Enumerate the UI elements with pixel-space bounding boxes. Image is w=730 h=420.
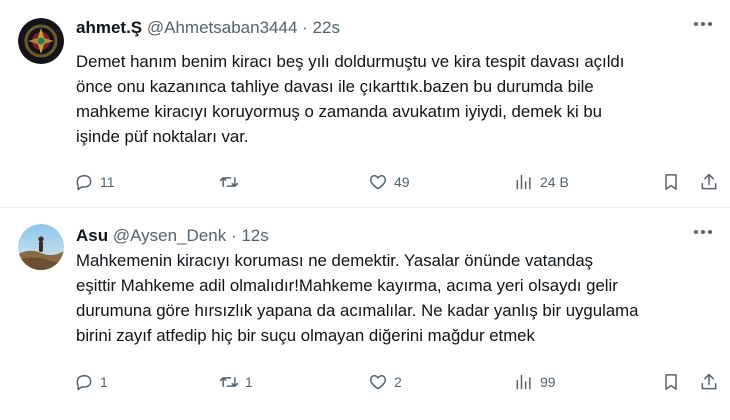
reply-button[interactable]: 11 [74, 170, 115, 194]
like-button[interactable]: 49 [368, 170, 410, 194]
like-count: 49 [394, 174, 410, 190]
author-name[interactable]: ahmet.Ş [76, 18, 142, 37]
share-icon [701, 173, 717, 190]
avatar[interactable] [18, 18, 64, 64]
bookmark-icon [665, 174, 677, 190]
timestamp[interactable]: 22s [313, 18, 340, 37]
reply-count: 1 [100, 374, 108, 390]
views-count: 24 B [540, 174, 569, 190]
tweet-header: Asu @Aysen_Denk · 12s [76, 226, 269, 246]
tweet-actions: 11 49 24 B [74, 170, 724, 194]
like-count: 2 [394, 374, 402, 390]
views-button[interactable]: 99 [514, 370, 556, 394]
views-button[interactable]: 24 B [514, 170, 569, 194]
more-icon[interactable] [694, 230, 716, 238]
like-button[interactable]: 2 [368, 370, 402, 394]
tweet-text: Demet hanım benim kiracı beş yılı doldur… [76, 49, 716, 149]
tweet-text-line: mahkeme kiracıyı koruyormuş o zamanda av… [76, 102, 603, 121]
bookmark-button[interactable] [661, 370, 681, 394]
tweet-text: Mahkemenin kiracıyı koruması ne demektir… [76, 248, 716, 348]
reply-icon [76, 375, 92, 391]
retweet-button[interactable] [219, 170, 245, 194]
tweet-text-line: işinde püf noktaları var. [76, 127, 249, 146]
tweet-text-line: önce onu kazanınca tahliye davası ile çı… [76, 77, 594, 96]
avatar[interactable] [18, 224, 64, 270]
more-icon[interactable] [694, 22, 716, 30]
bookmark-icon [665, 374, 677, 390]
retweet-icon [219, 377, 239, 387]
tweet-text-line: Demet hanım benim kiracı beş yılı doldur… [76, 52, 625, 71]
reply-button[interactable]: 1 [74, 370, 108, 394]
share-button[interactable] [699, 170, 719, 194]
reply-count: 11 [100, 174, 115, 190]
tweet[interactable]: ahmet.Ş @Ahmetsaban3444 · 22s Demet hanı… [0, 0, 730, 207]
timestamp[interactable]: 12s [241, 226, 268, 245]
share-icon [701, 373, 717, 390]
bookmark-button[interactable] [661, 170, 681, 194]
views-icon [516, 374, 531, 390]
retweet-button[interactable]: 1 [219, 370, 253, 394]
retweet-count: 1 [245, 374, 253, 390]
tweet-text-line: Mahkemenin kiracıyı koruması ne demektir… [76, 251, 594, 270]
author-handle[interactable]: @Aysen_Denk [113, 226, 226, 245]
tweet-text-line: eşittir Mahkeme adil olmalıdır!Mahkeme k… [76, 276, 618, 295]
author-handle[interactable]: @Ahmetsaban3444 [147, 18, 298, 37]
separator-dot: · [302, 18, 308, 37]
heart-icon [369, 175, 387, 190]
views-count: 99 [540, 374, 556, 390]
retweet-icon [219, 177, 239, 187]
share-button[interactable] [699, 370, 719, 394]
separator-dot: · [230, 226, 237, 245]
tweet[interactable]: Asu @Aysen_Denk · 12s Mahkemenin kiracıy… [0, 208, 730, 420]
author-name[interactable]: Asu [76, 226, 108, 245]
reply-icon [76, 175, 92, 191]
views-icon [516, 174, 531, 190]
heart-icon [369, 375, 387, 390]
tweet-actions: 1 1 2 99 [74, 370, 724, 394]
tweet-header: ahmet.Ş @Ahmetsaban3444 · 22s [76, 18, 340, 38]
tweet-text-line: birini zayıf atfedip hiç bir suçu olmaya… [76, 326, 535, 345]
tweet-text-line: durumuna göre hırsızlık yapana da acımal… [76, 301, 639, 320]
